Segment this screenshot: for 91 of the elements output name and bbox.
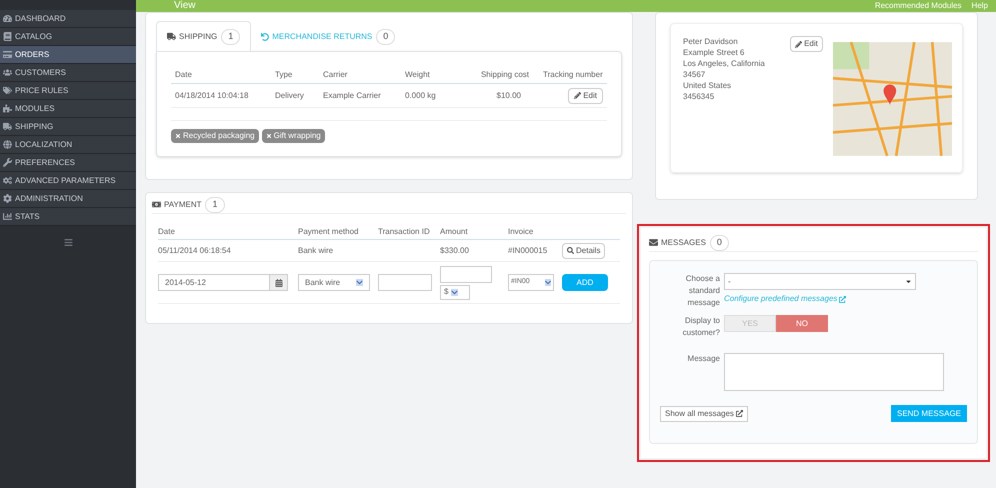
amount-input[interactable] — [440, 266, 492, 282]
message-select[interactable]: - — [724, 273, 916, 290]
caret-icon — [905, 278, 912, 285]
calendar-icon — [274, 278, 282, 286]
sidebar-icon — [3, 68, 12, 77]
sidebar-icon — [3, 86, 12, 95]
field-label: Display to customer? — [682, 315, 720, 339]
table-cell-text: $10.00 — [496, 90, 522, 102]
pencil-icon — [574, 92, 582, 99]
message-textarea[interactable] — [724, 353, 944, 391]
count-badge: 0 — [710, 234, 729, 250]
tag: Gift wrapping — [262, 129, 325, 143]
column-header: Date — [175, 68, 193, 80]
table-cell-text: 05/11/2014 06:18:54 — [158, 244, 232, 256]
sidebar-item[interactable]: CATALOG — [0, 28, 136, 46]
column-header: Transaction ID — [378, 226, 431, 238]
date-field[interactable]: 2014-05-12 — [158, 274, 288, 291]
table-cell-text: Delivery — [275, 90, 305, 102]
sidebar-icon — [3, 140, 12, 149]
panel-title: PAYMENT — [164, 198, 202, 210]
address-line: 3456345 — [683, 91, 716, 102]
table-cell-text: 0.000 kg — [405, 90, 437, 102]
sidebar-item[interactable]: CUSTOMERS — [0, 64, 136, 82]
address-line: Peter Davidson — [683, 36, 739, 47]
panel-title: MESSAGES — [661, 236, 706, 248]
sidebar-icon — [3, 14, 12, 23]
address-line: United States — [683, 80, 732, 91]
method-select[interactable]: Bank wire — [298, 274, 370, 291]
sidebar-icon — [3, 104, 12, 113]
count-badge: 1 — [205, 196, 224, 212]
address-line: Los Angeles, California 34567 — [683, 58, 766, 80]
sidebar-icon — [3, 194, 12, 203]
sidebar-icon — [3, 158, 12, 167]
chevron-icon — [545, 279, 551, 286]
sidebar-icon — [3, 122, 12, 131]
undo-icon — [261, 33, 270, 41]
field-label: Message — [686, 353, 720, 365]
external-link-icon — [736, 410, 743, 417]
count-badge: 0 — [376, 29, 396, 45]
envelope-icon — [649, 238, 658, 247]
truck-icon — [167, 32, 176, 41]
chevron-icon — [451, 288, 458, 296]
edit-button[interactable]: Edit — [568, 88, 603, 104]
sidebar-icon — [3, 212, 12, 221]
column-header: Date — [158, 226, 176, 238]
close-icon — [175, 133, 181, 139]
field-label: Choose a standard message — [684, 273, 720, 309]
currency-select[interactable]: $ — [440, 284, 470, 300]
sidebar-item[interactable]: MODULES — [0, 100, 136, 118]
column-header: Tracking number — [542, 68, 603, 80]
tab[interactable]: SHIPPING 1 — [156, 21, 252, 51]
sidebar-item[interactable]: LOCALIZATION — [0, 136, 136, 154]
column-header: Carrier — [323, 68, 348, 80]
column-header: Invoice — [508, 226, 534, 238]
sidebar-item[interactable]: PRICE RULES — [0, 82, 136, 100]
sidebar-item[interactable]: PREFERENCES — [0, 154, 136, 172]
menu-icon[interactable] — [64, 238, 72, 247]
edit-button[interactable]: Edit — [790, 36, 823, 52]
tag: Recycled packaging — [171, 129, 259, 143]
column-header: Amount — [440, 226, 469, 238]
address-line: Example Street 6 — [683, 47, 746, 58]
column-header: Payment method — [298, 226, 360, 238]
close-icon — [266, 133, 272, 139]
show-all-button[interactable]: Show all messages — [660, 406, 748, 422]
sidebar-item[interactable]: ADMINISTRATION — [0, 190, 136, 208]
count-badge: 1 — [221, 28, 240, 44]
sidebar-icon — [3, 176, 12, 185]
pencil-icon — [795, 40, 802, 48]
details-button[interactable]: Details — [562, 242, 606, 258]
sidebar-icon — [3, 32, 12, 41]
sidebar-item[interactable]: STATS — [0, 208, 136, 226]
tab[interactable]: MERCHANDISE RETURNS 0 — [251, 23, 406, 51]
sidebar-icon — [3, 50, 12, 59]
chevron-icon — [356, 279, 363, 286]
column-header: Shipping cost — [480, 68, 530, 80]
sidebar-item[interactable]: SHIPPING — [0, 118, 136, 136]
money-icon — [152, 200, 161, 209]
sidebar-item[interactable]: ORDERS — [0, 46, 136, 64]
table-cell-text: $330.00 — [440, 244, 470, 256]
table-cell-text: Example Carrier — [323, 90, 382, 102]
table-cell-text: #IN000015 — [508, 244, 548, 256]
column-header: Type — [275, 68, 294, 80]
page-title: View — [174, 1, 196, 11]
column-header: Weight — [405, 68, 431, 80]
sidebar-item[interactable]: DASHBOARD — [0, 10, 136, 28]
transaction-id-input[interactable] — [378, 274, 432, 291]
sidebar-item[interactable]: ADVANCED PARAMETERS — [0, 172, 136, 190]
search-icon — [567, 247, 574, 254]
table-cell-text: 04/18/2014 10:04:18 — [175, 90, 250, 102]
table-cell-text: Bank wire — [298, 244, 334, 256]
external-link-icon — [839, 296, 846, 302]
